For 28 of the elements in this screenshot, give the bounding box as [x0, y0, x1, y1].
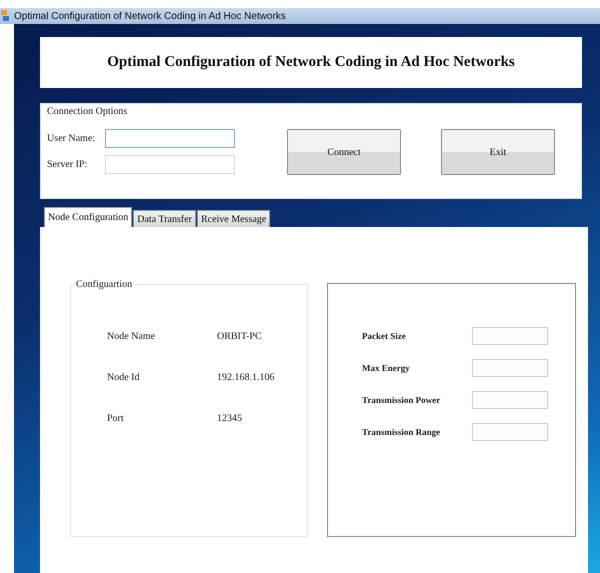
input-field[interactable] — [472, 391, 548, 409]
input-field[interactable] — [472, 423, 548, 441]
parameter-label: Transmission Range — [362, 427, 442, 437]
field-label: Server IP: — [47, 158, 88, 170]
app-icon — [0, 10, 10, 22]
property-value: 192.168.1.106 — [217, 372, 276, 383]
app-header: Optimal Configuration of Network Coding in Ad Hoc Networks — [40, 37, 582, 88]
field-label: User Name: — [47, 132, 96, 144]
window-title: Optimal Configuration of Network Coding in Ad Hoc Networks — [14, 10, 286, 22]
group-legend: Configuartion — [76, 279, 132, 290]
tab[interactable]: Node Configuration — [44, 207, 132, 227]
tab[interactable]: Rceive Message — [196, 210, 270, 227]
exit-button[interactable]: Exit — [441, 129, 555, 175]
property-label: Port — [107, 413, 125, 424]
input-field[interactable] — [472, 359, 548, 377]
connect-button[interactable]: Connect — [287, 129, 401, 175]
input-field[interactable] — [472, 327, 548, 345]
parameter-label: Packet Size — [362, 331, 407, 341]
group-legend: Connection Options — [47, 106, 575, 117]
input-field[interactable] — [105, 128, 235, 148]
tab[interactable]: Data Transfer — [133, 210, 196, 227]
parameter-label: Transmission Power — [362, 395, 442, 405]
property-value: 12345 — [217, 413, 243, 424]
property-label: Node Name — [107, 331, 156, 342]
parameter-label: Max Energy — [362, 363, 411, 373]
property-value: ORBIT-PC — [217, 331, 263, 342]
input-field[interactable] — [105, 154, 235, 174]
property-label: Node Id — [107, 372, 140, 383]
